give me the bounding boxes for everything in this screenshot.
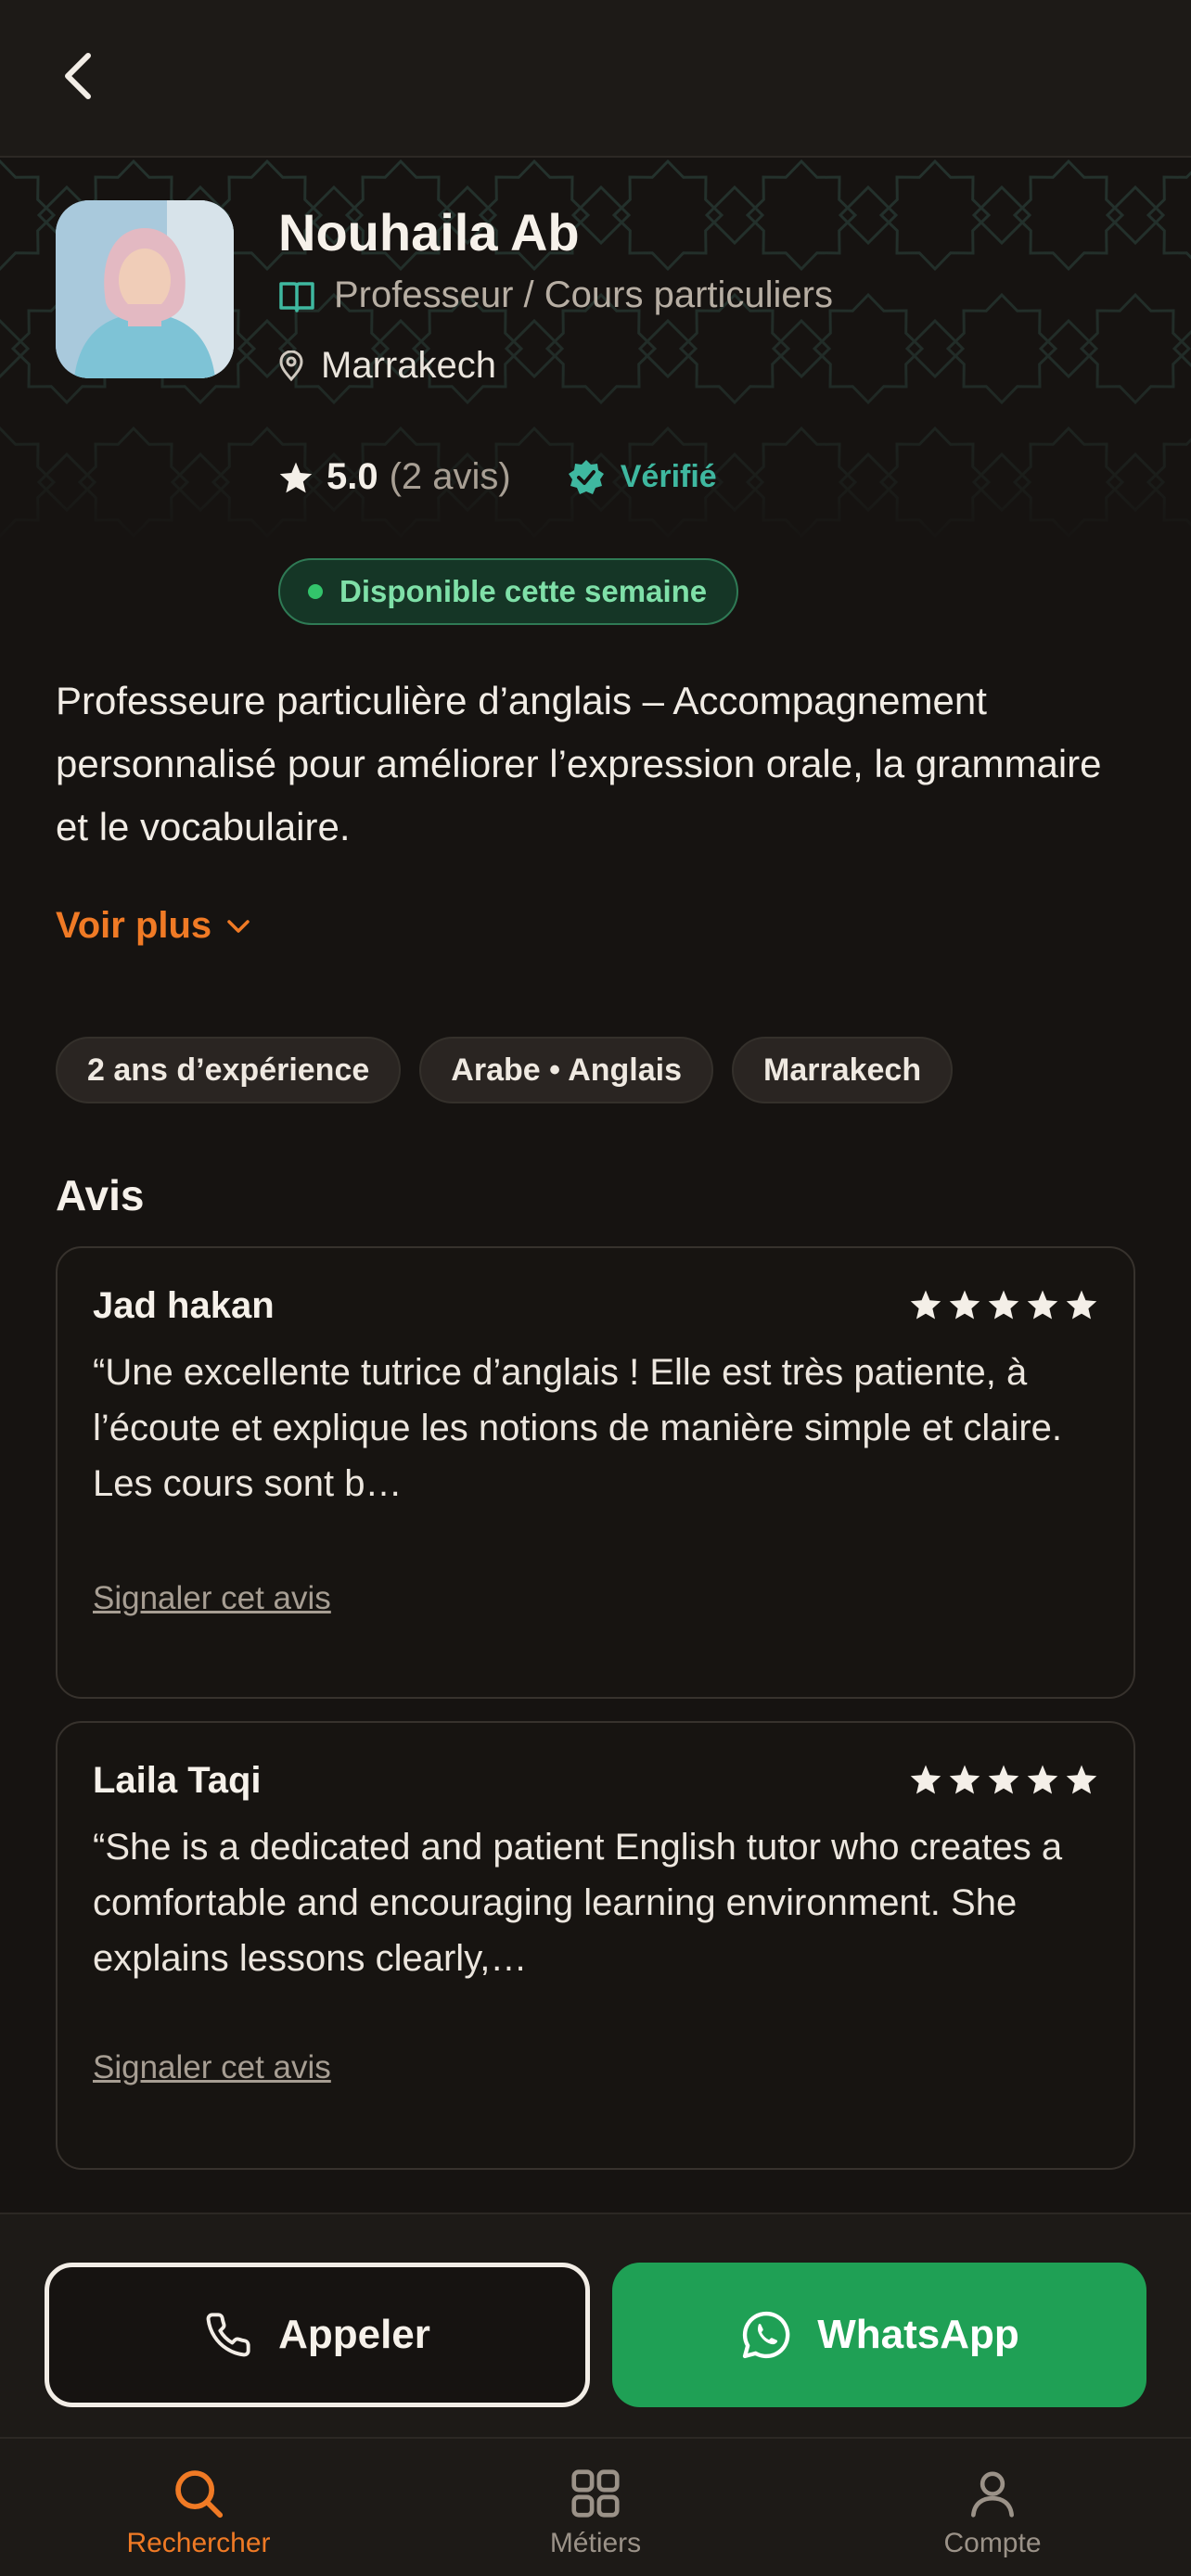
star-icon bbox=[1066, 1290, 1097, 1320]
chevron-left-icon bbox=[65, 53, 91, 99]
report-review-link[interactable]: Signaler cet avis bbox=[93, 1580, 331, 1617]
tab-trades[interactable]: Métiers bbox=[397, 2439, 794, 2576]
star-icon bbox=[988, 1290, 1019, 1320]
chevron-down-icon bbox=[227, 919, 250, 933]
chip-city: Marrakech bbox=[732, 1037, 954, 1103]
profession-row: Professeur / Cours particuliers bbox=[278, 274, 833, 316]
review-card: Jad hakan “Une excellente tutrice d’angl… bbox=[56, 1246, 1135, 1699]
verified-badge: Vérifié bbox=[567, 458, 717, 497]
call-button[interactable]: Appeler bbox=[45, 2263, 590, 2407]
review-stars bbox=[909, 1289, 1098, 1320]
top-bar bbox=[0, 0, 1191, 158]
tab-search-label: Rechercher bbox=[126, 2528, 271, 2558]
review-stars bbox=[909, 1764, 1098, 1795]
tab-search[interactable]: Rechercher bbox=[0, 2439, 397, 2576]
avatar bbox=[56, 200, 234, 378]
tab-account-label: Compte bbox=[943, 2528, 1042, 2558]
contact-action-bar: Appeler WhatsApp bbox=[0, 2213, 1191, 2437]
profile-description: Professeure particulière d’anglais – Acc… bbox=[56, 679, 1102, 848]
whatsapp-button-label: WhatsApp bbox=[817, 2312, 1019, 2357]
user-icon bbox=[971, 2471, 1014, 2518]
review-text: “Une excellente tutrice d’anglais ! Elle… bbox=[93, 1352, 1063, 1504]
star-icon bbox=[1066, 1765, 1097, 1794]
grid-icon bbox=[571, 2469, 620, 2518]
rating-count: (2 avis) bbox=[389, 456, 511, 497]
chip-experience: 2 ans d’expérience bbox=[56, 1037, 402, 1103]
rating-row: 5.0 (2 avis) Vérifié bbox=[278, 456, 717, 498]
star-icon bbox=[279, 462, 313, 492]
tab-trades-label: Métiers bbox=[549, 2528, 642, 2558]
star-icon bbox=[1027, 1290, 1058, 1320]
whatsapp-icon bbox=[743, 2311, 790, 2359]
chip-languages: Arabe • Anglais bbox=[419, 1037, 713, 1103]
city-row: Marrakech bbox=[278, 345, 496, 387]
phone-icon bbox=[206, 2313, 250, 2357]
location-pin-icon bbox=[279, 350, 303, 381]
star-icon bbox=[949, 1765, 980, 1794]
verified-label: Vérifié bbox=[620, 459, 717, 494]
tab-account[interactable]: Compte bbox=[794, 2439, 1191, 2576]
info-chips: 2 ans d’expérience Arabe • Anglais Marra… bbox=[56, 1037, 954, 1103]
review-author: Laila Taqi bbox=[93, 1760, 262, 1801]
star-icon bbox=[1027, 1765, 1058, 1794]
star-icon bbox=[988, 1765, 1019, 1794]
rating-value: 5.0 bbox=[327, 456, 378, 497]
back-button[interactable] bbox=[52, 48, 104, 104]
bottom-tab-bar: Rechercher Métiers Compte bbox=[0, 2437, 1191, 2576]
review-author: Jad hakan bbox=[93, 1285, 275, 1326]
report-review-link[interactable]: Signaler cet avis bbox=[93, 2049, 331, 2086]
profession-label: Professeur / Cours particuliers bbox=[334, 274, 833, 315]
profile-name: Nouhaila Ab bbox=[278, 203, 580, 261]
verified-badge-icon bbox=[568, 459, 604, 494]
book-open-icon bbox=[279, 281, 314, 312]
reviews-title: Avis bbox=[56, 1171, 145, 1219]
review-text: “She is a dedicated and patient English … bbox=[93, 1827, 1063, 1979]
star-icon bbox=[910, 1290, 941, 1320]
see-more-link[interactable]: Voir plus bbox=[56, 905, 250, 947]
availability-label: Disponible cette semaine bbox=[339, 574, 708, 608]
star-icon bbox=[910, 1765, 941, 1794]
star-icon bbox=[949, 1290, 980, 1320]
search-icon bbox=[175, 2470, 224, 2519]
call-button-label: Appeler bbox=[278, 2312, 430, 2357]
review-card: Laila Taqi “She is a dedicated and patie… bbox=[56, 1721, 1135, 2170]
see-more-label: Voir plus bbox=[56, 905, 212, 946]
city-label: Marrakech bbox=[321, 345, 496, 386]
availability-badge: Disponible cette semaine bbox=[278, 558, 739, 625]
whatsapp-button[interactable]: WhatsApp bbox=[612, 2263, 1146, 2407]
availability-dot bbox=[308, 584, 323, 599]
